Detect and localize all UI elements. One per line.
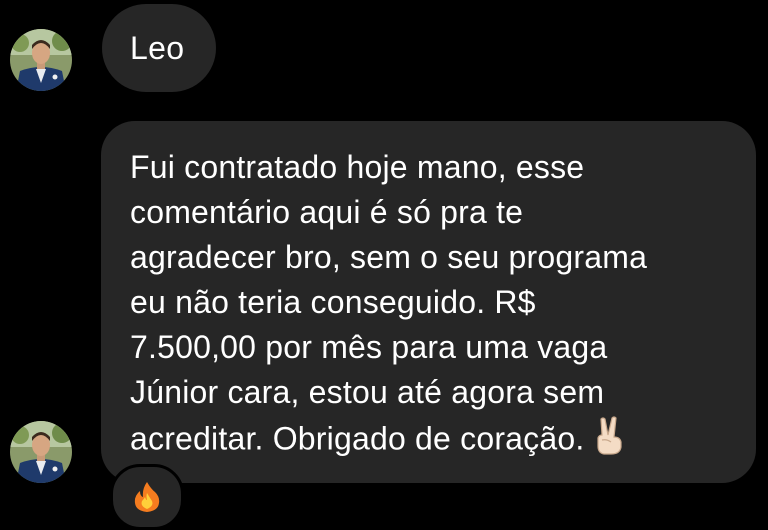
- profile-photo-icon: [10, 421, 72, 483]
- message-line: acreditar. Obrigado de coração.: [130, 420, 585, 457]
- reaction-badge[interactable]: [110, 464, 184, 530]
- sender-avatar-bottom[interactable]: [10, 421, 72, 483]
- sender-avatar[interactable]: [10, 29, 72, 91]
- victory-hand-icon: [592, 415, 626, 467]
- message-line-last: acreditar. Obrigado de coração.: [130, 415, 740, 467]
- message-bubble[interactable]: Fui contratado hoje mano, esse comentári…: [101, 121, 756, 483]
- message-line: agradecer bro, sem o seu programa: [130, 239, 648, 275]
- sender-name: Leo: [130, 30, 185, 66]
- fire-icon: [134, 482, 160, 512]
- message-line: comentário aqui é só pra te: [130, 194, 524, 230]
- message-line: eu não teria conseguido. R$: [130, 284, 536, 320]
- profile-photo-icon: [10, 29, 72, 91]
- message-text: Fui contratado hoje mano, esse comentári…: [130, 145, 740, 467]
- message-line: 7.500,00 por mês para uma vaga: [130, 329, 608, 365]
- sender-name-bubble: Leo: [102, 4, 216, 92]
- message-line: Júnior cara, estou até agora sem: [130, 374, 605, 410]
- message-line: Fui contratado hoje mano, esse: [130, 149, 585, 185]
